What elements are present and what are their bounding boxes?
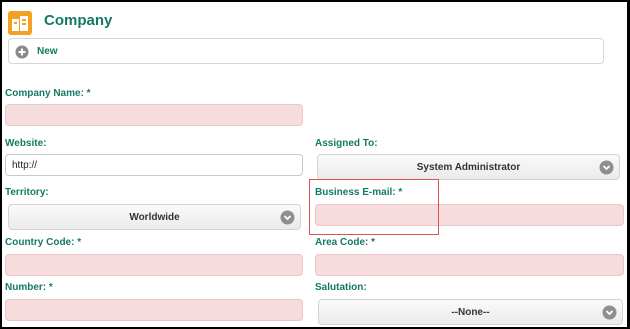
highlight-box [309,179,439,235]
building-icon [8,11,32,35]
new-button[interactable]: New [37,46,58,57]
plus-circle-icon[interactable] [15,45,29,59]
company-name-label: Company Name: * [5,88,91,99]
territory-value: Worldwide [129,212,180,223]
territory-label: Territory: [5,187,49,198]
chevron-down-icon [280,210,295,225]
website-input[interactable]: http:// [5,154,303,176]
salutation-select[interactable]: --None-- [318,299,623,325]
chevron-down-icon [602,305,617,320]
salutation-value: --None-- [451,307,490,318]
assigned-to-value: System Administrator [416,162,521,173]
country-code-label: Country Code: * [5,237,82,248]
page-title: Company [44,12,113,29]
assigned-to-label: Assigned To: [315,138,378,149]
salutation-label: Salutation: [315,282,367,293]
area-code-input[interactable] [315,254,624,276]
assigned-to-select[interactable]: System Administrator [317,154,620,180]
chevron-down-icon [599,160,614,175]
company-name-input[interactable] [5,104,303,126]
new-record-bar: New [8,38,604,64]
website-label: Website: [5,138,47,149]
country-code-input[interactable] [5,254,303,276]
territory-select[interactable]: Worldwide [8,204,301,230]
number-input[interactable] [5,299,303,321]
company-form-window: Company New Company Name: * Website: htt… [2,2,627,327]
number-label: Number: * [5,282,53,293]
area-code-label: Area Code: * [315,237,376,248]
